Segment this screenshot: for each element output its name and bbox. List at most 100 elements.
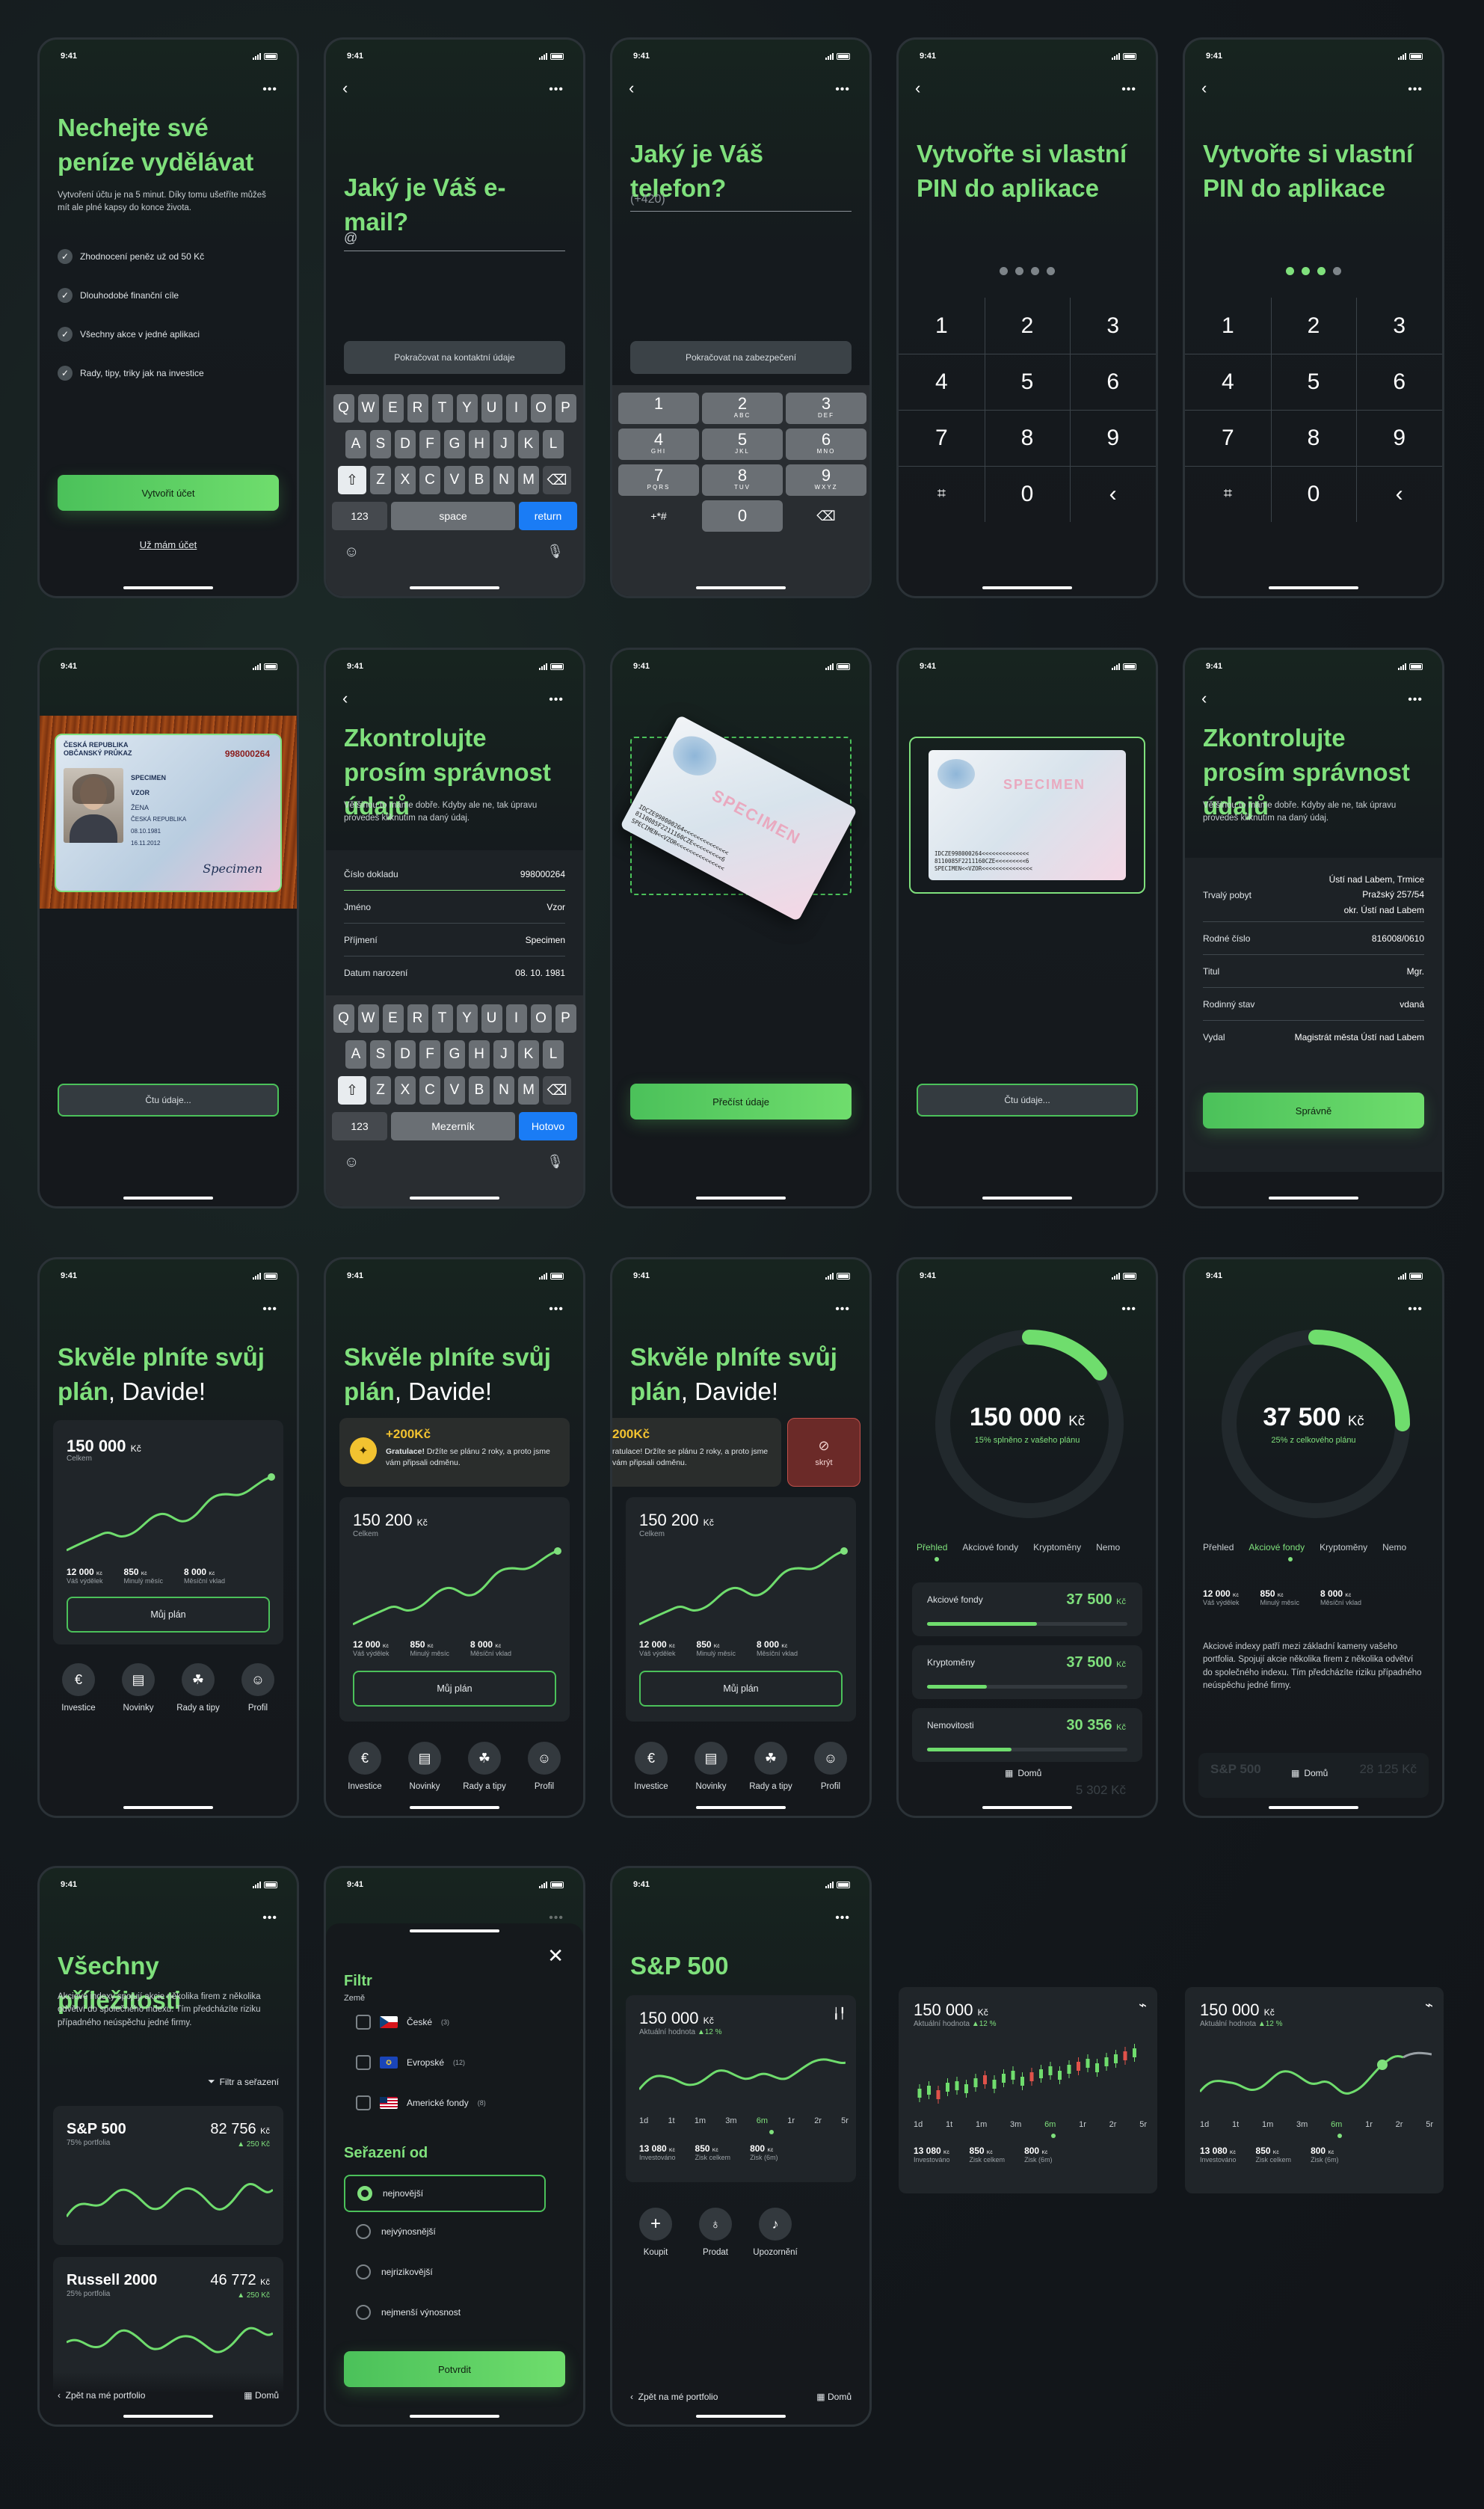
key-w[interactable]: W — [357, 394, 379, 423]
confirm-button[interactable]: Potvrdit — [344, 2351, 565, 2387]
period-1m[interactable]: 1m — [976, 2120, 987, 2129]
correct-button[interactable]: Správně — [1203, 1093, 1424, 1128]
tab-stock-funds[interactable]: Akciové fondy — [1249, 1542, 1305, 1553]
numpad-key-5[interactable]: 5 JKL — [702, 429, 783, 460]
period-1r[interactable]: 1r — [787, 2116, 795, 2125]
key-v[interactable]: V — [444, 466, 465, 494]
country-option[interactable]: Americké fondy (8) — [356, 2095, 486, 2110]
key-r[interactable]: R — [407, 394, 428, 423]
pin-key-4[interactable]: 4 — [899, 354, 985, 410]
my-plan-button[interactable]: Můj plán — [67, 1597, 270, 1633]
period-5r[interactable]: 5r — [1139, 2120, 1147, 2129]
pin-key-9[interactable]: 9 — [1070, 410, 1156, 466]
key-d[interactable]: D — [395, 1040, 416, 1069]
pin-key-8[interactable]: 8 — [1271, 410, 1357, 466]
key-x[interactable]: X — [395, 466, 416, 494]
marital-status-field[interactable]: Rodinný stav vdaná — [1203, 988, 1424, 1021]
line-toggle-icon[interactable]: ⌁ — [1425, 1997, 1433, 2013]
more-icon[interactable]: ••• — [835, 83, 850, 96]
document-number-field[interactable]: Číslo dokladu 998000264 — [344, 858, 565, 891]
numbers-key[interactable]: 123 — [332, 502, 387, 530]
back-icon[interactable]: ‹ — [1201, 689, 1207, 708]
key-o[interactable]: O — [530, 1004, 552, 1033]
key-l[interactable]: L — [543, 1040, 564, 1069]
key-k[interactable]: K — [518, 1040, 539, 1069]
alert-button[interactable]: ♪ Upozornění — [748, 2208, 802, 2257]
country-option[interactable]: ✪ Evropské (12) — [356, 2055, 465, 2070]
back-icon[interactable]: ‹ — [629, 79, 634, 98]
period-3m[interactable]: 3m — [1296, 2120, 1308, 2129]
numpad-key-3[interactable]: 3 DEF — [786, 393, 866, 424]
pin-key-1[interactable]: 1 — [1185, 298, 1271, 354]
space-key[interactable]: space — [391, 502, 515, 530]
period-6m[interactable]: 6m — [757, 2116, 768, 2125]
filter-button[interactable]: ⏷ Filtr a seřazení — [208, 2076, 279, 2087]
nav-profile[interactable]: ☺ Profil — [517, 1742, 571, 1791]
key-e[interactable]: E — [382, 1004, 404, 1033]
back-icon[interactable]: ‹ — [342, 689, 348, 708]
pin-key-0[interactable]: 0 — [985, 466, 1071, 522]
tab-stock-funds[interactable]: Akciové fondy — [962, 1542, 1018, 1553]
key-t[interactable]: T — [431, 394, 453, 423]
period-1t[interactable]: 1t — [946, 2120, 952, 2129]
key-m[interactable]: M — [518, 466, 539, 494]
key-d[interactable]: D — [395, 430, 416, 458]
pin-key-2[interactable]: 2 — [1271, 298, 1357, 354]
period-1d[interactable]: 1d — [914, 2120, 923, 2129]
home-nav[interactable]: ▦ Domů — [244, 2390, 279, 2424]
done-key[interactable]: Hotovo — [519, 1112, 577, 1140]
key-u[interactable]: U — [481, 1004, 502, 1033]
key-s[interactable]: S — [370, 430, 391, 458]
more-icon[interactable]: ••• — [835, 1911, 850, 1925]
pin-key-7[interactable]: 7 — [1185, 410, 1271, 466]
pin-key-7[interactable]: 7 — [899, 410, 985, 466]
key-p[interactable]: P — [555, 394, 576, 423]
period-1m[interactable]: 1m — [1262, 2120, 1273, 2129]
home-nav[interactable]: ▦ Domů — [1005, 1768, 1041, 1778]
key-u[interactable]: U — [481, 394, 502, 423]
buy-button[interactable]: + Koupit — [629, 2208, 683, 2257]
sort-option[interactable]: nejrizikovější — [356, 2264, 433, 2279]
pin-key-3[interactable]: 3 — [1356, 298, 1442, 354]
key-g[interactable]: G — [444, 1040, 465, 1069]
period-1t[interactable]: 1t — [668, 2116, 674, 2125]
fund-card[interactable]: S&P 500 75% portfolia 82 756 Kč ▲ 250 Kč — [53, 2106, 283, 2245]
key-j[interactable]: J — [493, 430, 514, 458]
more-icon[interactable]: ••• — [1408, 83, 1423, 96]
period-2r[interactable]: 2r — [1109, 2120, 1117, 2129]
key-s[interactable]: S — [370, 1040, 391, 1069]
key-y[interactable]: Y — [456, 394, 478, 423]
allocation-row[interactable]: Kryptoměny 37 500 Kč — [912, 1645, 1142, 1699]
return-key[interactable]: return — [519, 502, 577, 530]
more-icon[interactable]: ••• — [262, 1911, 277, 1925]
nav-profile[interactable]: ☺ Profil — [804, 1742, 858, 1791]
key-z[interactable]: Z — [370, 1076, 391, 1105]
allocation-row[interactable]: Akciové fondy 37 500 Kč — [912, 1582, 1142, 1636]
pin-key-1[interactable]: 1 — [899, 298, 985, 354]
pin-backspace-icon[interactable]: ‹ — [1070, 466, 1156, 522]
key-m[interactable]: M — [518, 1076, 539, 1105]
tab-crypto[interactable]: Kryptoměny — [1320, 1542, 1367, 1553]
hide-button[interactable]: ⊘ skrýt — [787, 1418, 860, 1487]
nav-investice[interactable]: € Investice — [338, 1742, 392, 1791]
numpad-key-8[interactable]: 8 TUV — [702, 464, 783, 496]
allocation-row[interactable]: Nemovitosti 30 356 Kč — [912, 1708, 1142, 1762]
birth-number-field[interactable]: Rodné číslo 816008/0610 — [1203, 922, 1424, 955]
key-l[interactable]: L — [543, 430, 564, 458]
tab-overview[interactable]: Přehled — [1203, 1542, 1234, 1553]
first-name-field[interactable]: Jméno Vzor — [344, 891, 565, 924]
my-plan-button[interactable]: Můj plán — [639, 1671, 843, 1707]
numpad-key-6[interactable]: 6 MNO — [786, 429, 866, 460]
issuer-field[interactable]: Vydal Magistrát města Ústí nad Labem — [1203, 1021, 1424, 1054]
pin-key-9[interactable]: 9 — [1356, 410, 1442, 466]
key-x[interactable]: X — [395, 1076, 416, 1105]
tab-real-estate[interactable]: Nemo — [1382, 1542, 1406, 1553]
pin-key-5[interactable]: 5 — [985, 354, 1071, 410]
delete-key[interactable]: ⌫ — [543, 466, 571, 494]
period-2r[interactable]: 2r — [1396, 2120, 1403, 2129]
nav-investice[interactable]: € Investice — [624, 1742, 678, 1791]
pin-key-4[interactable]: 4 — [1185, 354, 1271, 410]
key-z[interactable]: Z — [370, 466, 391, 494]
microphone-icon[interactable]: 🎙 — [547, 544, 564, 559]
numpad-key-2[interactable]: 2 ABC — [702, 393, 783, 424]
